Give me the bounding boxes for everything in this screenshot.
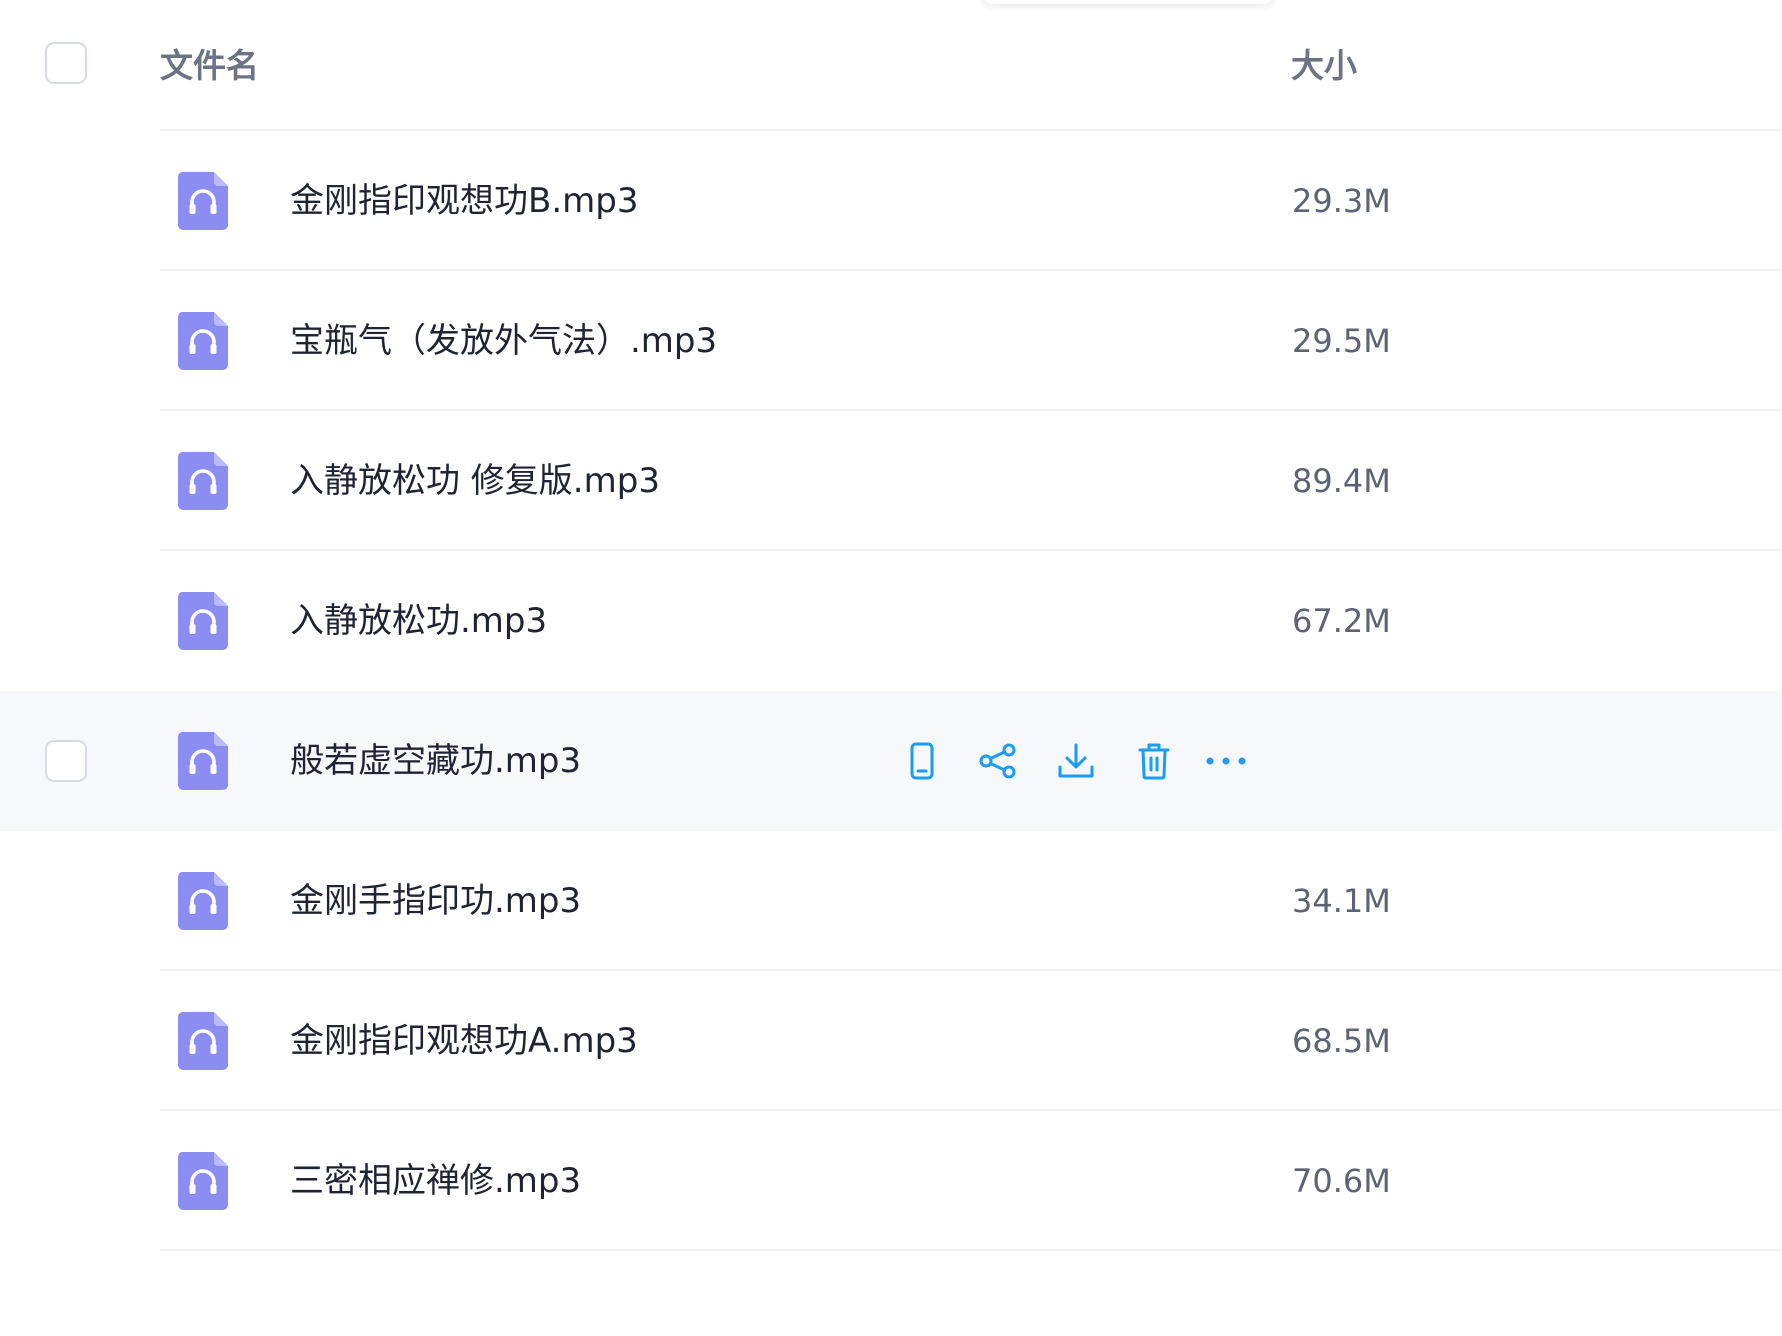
- audio-file-icon: [178, 1152, 228, 1210]
- file-name[interactable]: 宝瓶气（发放外气法）.mp3: [290, 317, 717, 365]
- file-size: 29.5M: [1292, 322, 1391, 360]
- phone-icon[interactable]: [898, 737, 946, 785]
- audio-file-icon: [178, 172, 228, 230]
- audio-file-icon: [178, 1012, 228, 1070]
- file-row[interactable]: 金刚指印观想功B.mp3 29.3M: [0, 131, 1782, 271]
- file-row[interactable]: 金刚指印观想功A.mp3 68.5M: [0, 971, 1782, 1111]
- file-size: 68.5M: [1292, 1022, 1391, 1060]
- list-header: 文件名 大小: [0, 0, 1782, 131]
- file-size: 89.4M: [1292, 462, 1391, 500]
- row-divider: [160, 1249, 1782, 1251]
- file-row[interactable]: 三密相应禅修.mp3 70.6M: [0, 1111, 1782, 1251]
- file-size: 67.2M: [1292, 602, 1391, 640]
- audio-file-icon: [178, 872, 228, 930]
- file-size: 70.6M: [1292, 1162, 1391, 1200]
- share-icon[interactable]: [974, 737, 1022, 785]
- file-name[interactable]: 三密相应禅修.mp3: [290, 1157, 581, 1205]
- select-all-checkbox[interactable]: [45, 42, 87, 84]
- audio-file-icon: [178, 452, 228, 510]
- file-name[interactable]: 般若虚空藏功.mp3: [290, 737, 581, 785]
- file-size: 29.3M: [1292, 182, 1391, 220]
- file-row-hovered[interactable]: 般若虚空藏功.mp3: [0, 691, 1782, 831]
- trash-icon[interactable]: [1130, 737, 1178, 785]
- file-row[interactable]: 金刚手指印功.mp3 34.1M: [0, 831, 1782, 971]
- file-row[interactable]: 宝瓶气（发放外气法）.mp3 29.5M: [0, 271, 1782, 411]
- file-name[interactable]: 入静放松功.mp3: [290, 597, 547, 645]
- column-header-size[interactable]: 大小: [1291, 44, 1357, 88]
- audio-file-icon: [178, 592, 228, 650]
- file-list-page: 文件名 大小 金刚指印观想功B.mp3 29.3M 宝瓶气（发放外气法）.mp3…: [0, 0, 1782, 1336]
- file-size: 34.1M: [1292, 882, 1391, 920]
- file-name[interactable]: 入静放松功 修复版.mp3: [290, 457, 660, 505]
- column-header-name[interactable]: 文件名: [160, 44, 259, 88]
- more-icon[interactable]: [1202, 737, 1250, 785]
- file-row[interactable]: 入静放松功 修复版.mp3 89.4M: [0, 411, 1782, 551]
- row-checkbox[interactable]: [45, 740, 87, 782]
- audio-file-icon: [178, 732, 228, 790]
- audio-file-icon: [178, 312, 228, 370]
- download-icon[interactable]: [1052, 737, 1100, 785]
- file-name[interactable]: 金刚指印观想功A.mp3: [290, 1017, 638, 1065]
- file-name[interactable]: 金刚手指印功.mp3: [290, 877, 581, 925]
- file-list: 金刚指印观想功B.mp3 29.3M 宝瓶气（发放外气法）.mp3 29.5M …: [0, 131, 1782, 1251]
- file-name[interactable]: 金刚指印观想功B.mp3: [290, 177, 638, 225]
- file-row[interactable]: 入静放松功.mp3 67.2M: [0, 551, 1782, 691]
